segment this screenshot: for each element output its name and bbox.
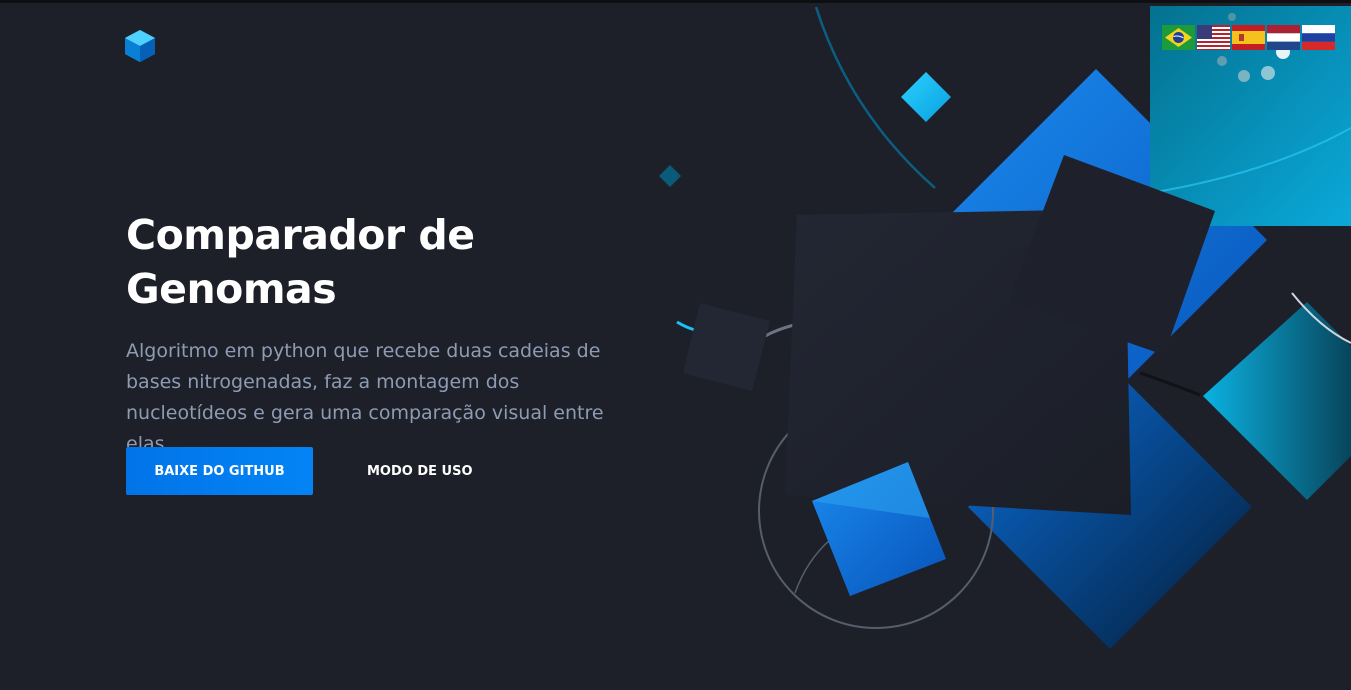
logo-cube-icon[interactable] [124,29,156,63]
hero-description: Algoritmo em python que recebe duas cade… [126,340,604,455]
flag-netherlands-icon[interactable] [1267,25,1300,50]
language-selector [1162,25,1335,50]
flag-spain-icon[interactable] [1232,25,1265,50]
download-github-button[interactable]: BAIXE DO GITHUB [126,447,313,495]
hero-section: Comparador de Genomas Algoritmo em pytho… [126,208,646,460]
hero-actions: BAIXE DO GITHUB MODO DE USO [126,447,473,495]
usage-mode-link[interactable]: MODO DE USO [367,464,473,479]
page-title: Comparador de Genomas [126,211,475,313]
flag-usa-icon[interactable] [1197,25,1230,50]
flag-brazil-icon[interactable] [1162,25,1195,50]
flag-russia-icon[interactable] [1302,25,1335,50]
